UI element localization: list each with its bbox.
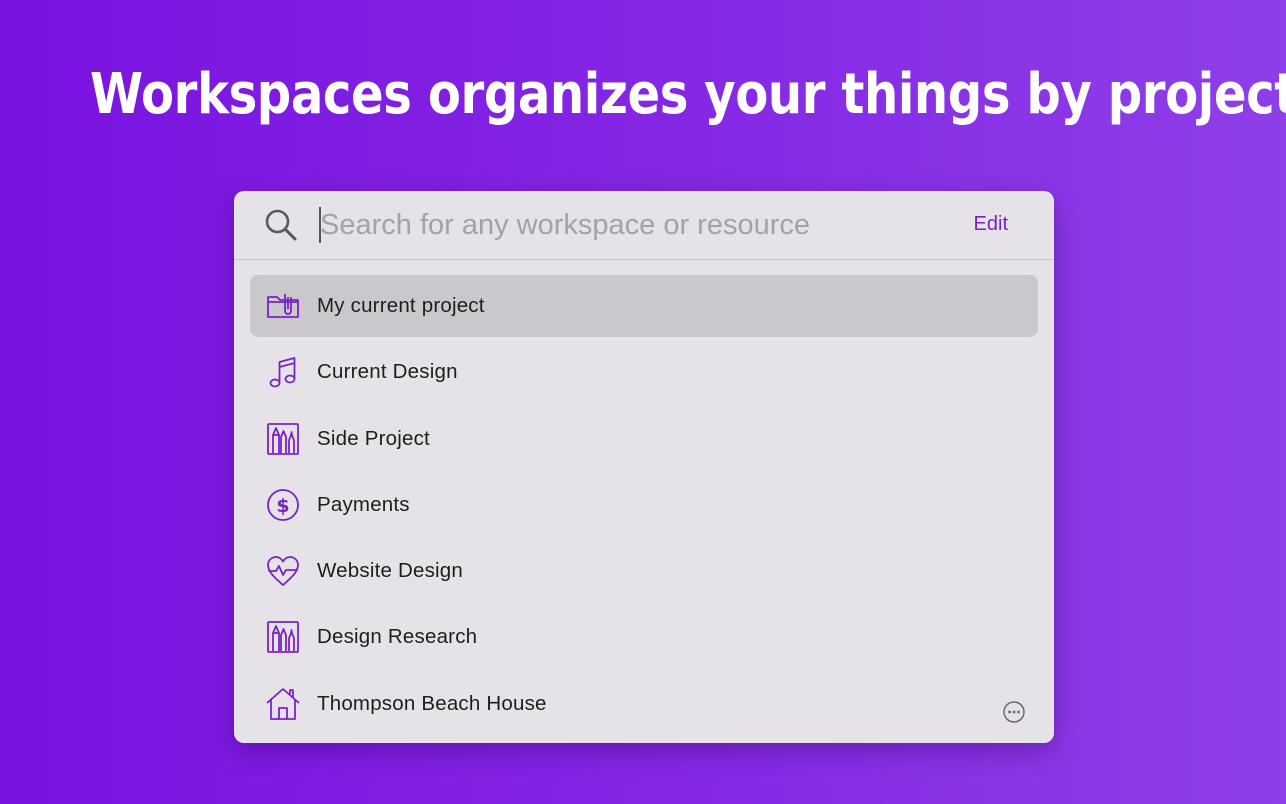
search-icon bbox=[265, 209, 297, 241]
workspace-item-design-research[interactable]: Design Research bbox=[250, 606, 1038, 668]
ellipsis-circle-icon[interactable] bbox=[1002, 700, 1026, 724]
workspace-label: Thompson Beach House bbox=[317, 691, 547, 715]
heart-pulse-icon bbox=[267, 556, 299, 587]
workspace-item-payments[interactable]: $ Payments bbox=[250, 474, 1038, 536]
page-headline: Workspaces organizes your things by proj… bbox=[90, 62, 1286, 127]
art-supplies-icon bbox=[267, 422, 299, 455]
workspace-switcher-panel: Edit My current project bbox=[234, 191, 1054, 743]
workspace-list: My current project Current Design Side P… bbox=[250, 275, 1038, 739]
workspace-item-thompson-beach-house[interactable]: Thompson Beach House bbox=[250, 673, 1038, 735]
search-bar: Edit bbox=[234, 191, 1054, 260]
music-note-icon bbox=[269, 357, 296, 388]
workspace-label: Design Research bbox=[317, 625, 478, 649]
workspace-label: Current Design bbox=[317, 360, 458, 384]
workspace-item-my-current-project[interactable]: My current project bbox=[250, 275, 1038, 337]
dollar-circle-icon: $ bbox=[267, 488, 299, 521]
workspace-label: My current project bbox=[317, 294, 485, 317]
workspace-item-website-design[interactable]: Website Design bbox=[250, 540, 1038, 602]
svg-text:$: $ bbox=[276, 495, 289, 517]
art-supplies-icon bbox=[267, 621, 299, 654]
house-icon bbox=[266, 687, 300, 720]
workspace-item-side-project[interactable]: Side Project bbox=[250, 408, 1038, 470]
folder-clip-icon bbox=[267, 294, 299, 318]
workspace-label: Payments bbox=[317, 492, 410, 516]
workspace-label: Side Project bbox=[317, 426, 430, 450]
edit-button[interactable]: Edit bbox=[974, 213, 1008, 236]
workspace-label: Website Design bbox=[317, 559, 463, 583]
workspace-item-current-design[interactable]: Current Design bbox=[250, 341, 1038, 403]
search-input[interactable] bbox=[320, 205, 940, 245]
